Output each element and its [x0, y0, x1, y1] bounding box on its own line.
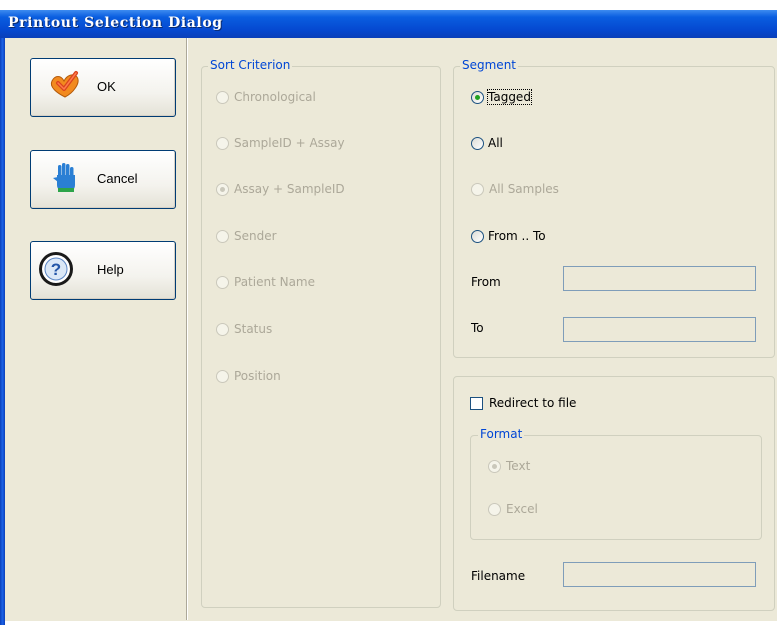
radio-button	[488, 503, 501, 516]
sort-option-position[interactable]: Position	[216, 369, 416, 385]
redirect-to-file-checkbox[interactable]: Redirect to file	[470, 396, 630, 412]
sort-option-label: Position	[234, 369, 281, 383]
filename-field[interactable]	[563, 562, 756, 587]
checkmark-icon	[49, 69, 83, 103]
radio-button	[471, 183, 484, 196]
help-button-label: Help	[97, 262, 124, 277]
radio-button	[471, 137, 484, 150]
radio-button	[216, 370, 229, 383]
sort-option-label: Sender	[234, 229, 277, 243]
checkbox	[470, 397, 483, 410]
sort-option-patient-name[interactable]: Patient Name	[216, 275, 416, 291]
segment-option-label: From .. To	[488, 229, 546, 243]
radio-button-selected	[471, 91, 484, 104]
radio-button	[216, 137, 229, 150]
sort-criterion-legend: Sort Criterion	[208, 58, 293, 72]
stop-hand-icon	[49, 161, 83, 195]
radio-button	[216, 323, 229, 336]
to-label: To	[471, 321, 484, 335]
segment-option-label: All Samples	[489, 182, 559, 196]
radio-button	[216, 276, 229, 289]
to-field[interactable]	[563, 317, 756, 342]
svg-text:?: ?	[51, 260, 61, 279]
format-option-label: Text	[506, 459, 531, 473]
sort-option-label: Patient Name	[234, 275, 315, 289]
sort-option-status[interactable]: Status	[216, 322, 416, 338]
format-group	[470, 435, 762, 540]
sort-option-label: Assay + SampleID	[234, 182, 345, 196]
radio-button-selected	[216, 183, 229, 196]
sort-option-sender[interactable]: Sender	[216, 229, 416, 245]
radio-button	[471, 230, 484, 243]
ok-button[interactable]: OK	[30, 58, 176, 117]
sort-option-label: Chronological	[234, 90, 316, 104]
redirect-to-file-label: Redirect to file	[489, 396, 577, 410]
segment-group	[453, 66, 775, 358]
window-title: Printout Selection Dialog	[8, 15, 223, 31]
filename-label: Filename	[471, 569, 526, 583]
segment-option-from-to[interactable]: From .. To	[471, 229, 671, 245]
sort-option-assay-sampleid[interactable]: Assay + SampleID	[216, 182, 416, 198]
radio-button	[216, 230, 229, 243]
title-bar[interactable]: Printout Selection Dialog	[0, 10, 777, 39]
dialog-window: Printout Selection Dialog OK Cancel ? He…	[0, 0, 777, 625]
segment-option-all[interactable]: All	[471, 136, 671, 152]
from-label: From	[471, 275, 501, 289]
format-option-text[interactable]: Text	[488, 459, 638, 475]
format-legend: Format	[478, 427, 525, 441]
from-field[interactable]	[563, 266, 756, 291]
help-button[interactable]: ? Help	[30, 241, 176, 300]
cancel-button[interactable]: Cancel	[30, 150, 176, 209]
cancel-button-label: Cancel	[97, 171, 138, 186]
format-option-label: Excel	[506, 502, 538, 516]
ok-button-label: OK	[97, 79, 116, 94]
segment-option-all-samples[interactable]: All Samples	[471, 182, 671, 198]
segment-option-tagged[interactable]: Tagged	[471, 89, 671, 106]
segment-legend: Segment	[460, 58, 518, 72]
sort-option-label: SampleID + Assay	[234, 136, 345, 150]
sort-option-label: Status	[234, 322, 273, 336]
radio-button	[216, 91, 229, 104]
button-panel-separator-highlight	[187, 38, 188, 620]
sort-option-sampleid-assay[interactable]: SampleID + Assay	[216, 136, 416, 152]
format-option-excel[interactable]: Excel	[488, 502, 638, 518]
sort-option-chronological[interactable]: Chronological	[216, 90, 416, 106]
help-question-icon: ?	[39, 252, 73, 286]
segment-option-label: All	[488, 136, 503, 150]
segment-option-label: Tagged	[487, 89, 532, 105]
radio-button-selected	[488, 460, 501, 473]
